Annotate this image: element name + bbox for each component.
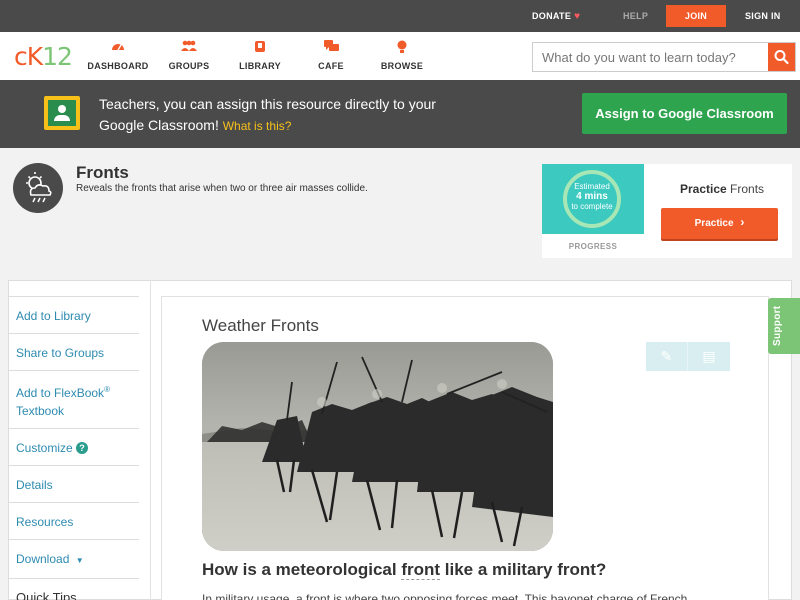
nav-groups[interactable]: GROUPS [154, 40, 224, 71]
flexbook-label: Add to FlexBook [16, 386, 105, 400]
top-utility-bar: DONATE ♥ HELP JOIN SIGN IN [0, 0, 800, 32]
nav-browse-label: BROWSE [380, 61, 424, 71]
cafe-icon [296, 40, 366, 56]
highlight-button[interactable]: ✎ [646, 342, 688, 371]
join-button[interactable]: JOIN [666, 5, 726, 27]
progress-label: PROGRESS [568, 242, 618, 251]
sidebar-divider [150, 280, 151, 600]
estimated-label: Estimated [574, 182, 610, 191]
practice-button-label: Practice [694, 218, 734, 229]
progress-panel: Estimated 4 mins to complete [542, 164, 644, 234]
resources-link[interactable]: Resources [8, 502, 139, 539]
bayonet-charge-photo [202, 342, 553, 551]
logo-right: 12 [42, 42, 73, 71]
practice-title: Practice Fronts [660, 182, 784, 196]
download-label: Download [16, 552, 70, 566]
help-question-icon[interactable]: ? [76, 442, 89, 454]
support-tab[interactable]: Support [768, 298, 800, 354]
flexbook-label-line2: Textbook [16, 404, 65, 418]
quick-tips-heading[interactable]: Quick Tips [8, 578, 139, 600]
registered-mark: ® [104, 385, 110, 394]
search-box [532, 42, 796, 72]
download-link[interactable]: Download ▼ [8, 539, 139, 578]
search-button[interactable] [768, 43, 795, 71]
customize-label: Customize [16, 441, 73, 455]
annotation-toolbar: ✎ ▤ [646, 342, 730, 371]
notes-button[interactable]: ▤ [688, 342, 730, 371]
help-link[interactable]: HELP [623, 0, 648, 32]
pencil-icon: ✎ [660, 348, 673, 364]
browse-icon [367, 40, 437, 56]
estimated-minutes: 4 mins [576, 191, 608, 202]
logo-left: cK [14, 42, 43, 71]
nav-cafe[interactable]: CAFE [296, 40, 366, 71]
assign-google-classroom-button[interactable]: Assign to Google Classroom [582, 93, 787, 134]
practice-button[interactable]: Practice › [661, 208, 778, 239]
question-part-2: like a military front? [440, 560, 607, 579]
nav-dashboard-label: DASHBOARD [87, 61, 149, 71]
article-title: Weather Fronts [202, 316, 319, 335]
nav-browse[interactable]: BROWSE [367, 40, 437, 71]
support-label: Support [772, 305, 783, 346]
chevron-right-icon: › [740, 215, 745, 229]
groups-icon [154, 40, 224, 56]
donate-link[interactable]: DONATE ♥ [532, 0, 580, 32]
estimated-time: Estimated 4 mins to complete [563, 182, 621, 212]
what-is-this-link[interactable]: What is this? [223, 119, 292, 133]
to-complete-label: to complete [571, 202, 613, 211]
notes-icon: ▤ [702, 348, 716, 364]
question-part-1: How is a meteorological [202, 560, 402, 579]
search-input[interactable] [533, 43, 767, 71]
add-to-library-link[interactable]: Add to Library [8, 296, 139, 333]
question-heading: How is a meteorological front like a mil… [202, 560, 606, 580]
practice-card: Estimated 4 mins to complete PROGRESS Pr… [542, 164, 792, 258]
dashboard-icon [83, 40, 153, 56]
google-classroom-icon [44, 96, 80, 130]
ck12-logo[interactable]: cK12 [14, 42, 73, 72]
details-link[interactable]: Details [8, 465, 139, 502]
heart-icon: ♥ [574, 11, 581, 22]
weather-cloud-icon [13, 163, 63, 213]
nav-dashboard[interactable]: DASHBOARD [83, 40, 153, 71]
action-sidebar: Add to Library Share to Groups Add to Fl… [8, 296, 139, 600]
library-icon [225, 40, 295, 56]
sign-in-link[interactable]: SIGN IN [745, 0, 781, 32]
banner-message: Teachers, you can assign this resource d… [99, 94, 439, 137]
nav-library-label: LIBRARY [239, 61, 281, 71]
nav-groups-label: GROUPS [168, 61, 210, 71]
article-paragraph: In military usage, a front is where two … [202, 592, 688, 600]
customize-link[interactable]: Customize ? [8, 428, 139, 465]
share-to-groups-link[interactable]: Share to Groups [8, 333, 139, 370]
concept-title: Fronts [76, 163, 129, 182]
caret-down-icon: ▼ [75, 556, 84, 565]
vocab-term-front[interactable]: front [401, 560, 441, 580]
add-to-flexbook-link[interactable]: Add to FlexBook® Textbook [8, 370, 139, 428]
search-icon [774, 50, 789, 65]
nav-library[interactable]: LIBRARY [225, 40, 295, 71]
concept-description: Reveals the fronts that arise when two o… [76, 183, 368, 194]
nav-cafe-label: CAFE [318, 61, 344, 71]
practice-title-bold: Practice [679, 182, 727, 196]
practice-title-rest: Fronts [730, 182, 765, 196]
